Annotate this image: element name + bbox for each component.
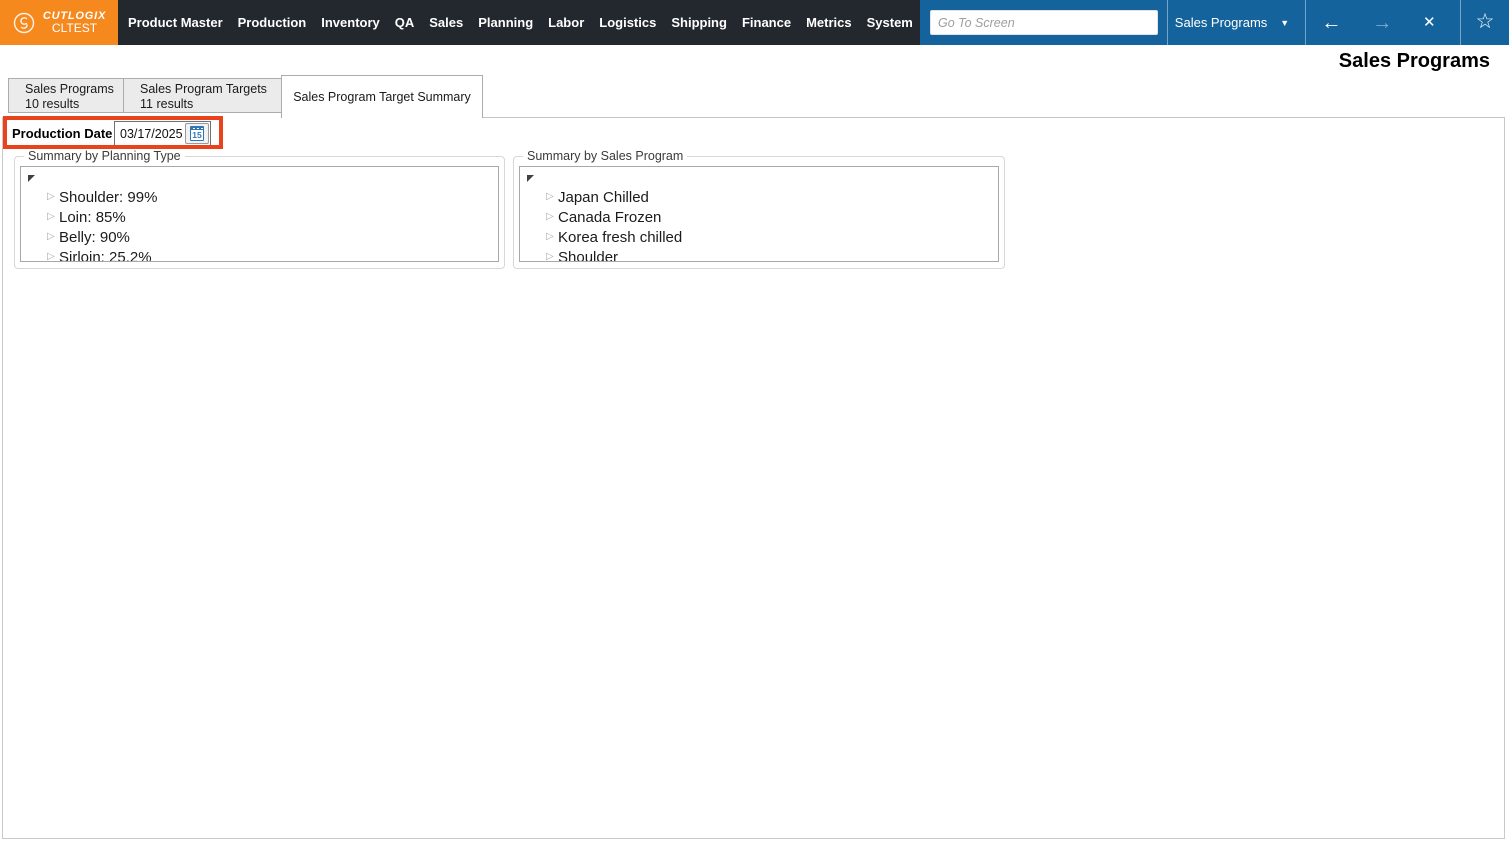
- tab-sales-program-target-summary[interactable]: Sales Program Target Summary: [281, 75, 483, 118]
- close-icon[interactable]: ✕: [1423, 15, 1436, 30]
- production-date-label: Production Date: [12, 126, 113, 141]
- tree-collapsed-icon[interactable]: ▷: [546, 252, 556, 262]
- nav-menu-item[interactable]: Shipping: [671, 15, 727, 30]
- tree-expanded-icon[interactable]: [28, 175, 35, 182]
- tab-result-count: 11 results: [140, 97, 194, 111]
- favorite-star-icon: ☆: [1475, 10, 1495, 33]
- nav-menu-item[interactable]: System: [867, 15, 913, 30]
- tree-item-label: Shoulder: [558, 248, 619, 262]
- tab-result-count: 10 results: [25, 97, 80, 111]
- cutlogix-logo-icon: [13, 12, 35, 33]
- screen-selector-label: Sales Programs: [1174, 15, 1268, 30]
- production-date-value: 03/17/2025: [120, 126, 183, 141]
- tab-label: Sales Programs: [25, 82, 114, 96]
- tab-label: Sales Program Target Summary: [293, 90, 471, 104]
- panel-summary-by-sales-program: Summary by Sales Program ▷ Japan Chilled…: [513, 149, 1005, 269]
- tree-item[interactable]: ▷ Shoulder: 99%: [21, 187, 498, 207]
- tree-root-node[interactable]: [21, 170, 498, 187]
- brand-logo[interactable]: CUTLOGIX CLTEST: [0, 0, 118, 45]
- history-nav-buttons: ← → ✕: [1306, 0, 1451, 45]
- tree-item[interactable]: ▷ Korea fresh chilled: [520, 227, 998, 247]
- tree-collapsed-icon[interactable]: ▷: [546, 212, 556, 222]
- brand-environment: CLTEST: [51, 20, 98, 35]
- tree-item-label: Canada Frozen: [558, 208, 662, 226]
- tree-item-list: ▷ Japan Chilled ▷ Canada Frozen ▷ Korea …: [520, 187, 998, 262]
- nav-menu-item[interactable]: Logistics: [599, 15, 656, 30]
- tree-collapsed-icon[interactable]: ▷: [47, 192, 57, 202]
- tree-item-label: Shoulder: 99%: [59, 188, 158, 206]
- panel-top-border: [483, 117, 1505, 118]
- panel-summary-by-planning-type: Summary by Planning Type ▷ Shoulder: 99%…: [14, 149, 505, 269]
- back-icon[interactable]: ←: [1321, 13, 1341, 33]
- favorite-button[interactable]: ☆: [1461, 11, 1509, 34]
- nav-menu-item[interactable]: Finance: [742, 15, 791, 30]
- panel-title: Summary by Sales Program: [523, 149, 688, 163]
- calendar-icon: 15: [190, 126, 204, 141]
- tree-item-label: Loin: 85%: [59, 208, 126, 226]
- nav-menu-item[interactable]: Sales: [429, 15, 463, 30]
- sales-program-tree[interactable]: ▷ Japan Chilled ▷ Canada Frozen ▷ Korea …: [519, 166, 999, 262]
- tab-label: Sales Program Targets: [140, 82, 267, 96]
- tree-collapsed-icon[interactable]: ▷: [47, 212, 57, 222]
- tree-item-label: Sirloin: 25.2%: [59, 248, 152, 262]
- calendar-picker-button[interactable]: 15: [185, 123, 209, 144]
- tree-item[interactable]: ▷ Sirloin: 25.2%: [21, 247, 498, 262]
- nav-menu-item[interactable]: Inventory: [321, 15, 380, 30]
- panel-title: Summary by Planning Type: [24, 149, 185, 163]
- top-bar-tools: Sales Programs ▼ ← → ✕ ☆: [920, 0, 1509, 45]
- production-date-input[interactable]: 03/17/2025 15: [114, 121, 211, 146]
- nav-menu-item[interactable]: Product Master: [128, 15, 223, 30]
- tree-item-list: ▷ Shoulder: 99% ▷ Loin: 85% ▷ Belly: 90%…: [21, 187, 498, 262]
- tree-collapsed-icon[interactable]: ▷: [546, 232, 556, 242]
- tree-item-label: Japan Chilled: [558, 188, 649, 206]
- tree-collapsed-icon[interactable]: ▷: [47, 232, 57, 242]
- page-title: Sales Programs: [1338, 50, 1490, 72]
- forward-icon[interactable]: →: [1372, 13, 1392, 33]
- tree-collapsed-icon[interactable]: ▷: [47, 252, 57, 262]
- tab-sales-programs[interactable]: Sales Programs 10 results: [8, 78, 124, 113]
- tree-collapsed-icon[interactable]: ▷: [546, 192, 556, 202]
- tree-item[interactable]: ▷ Belly: 90%: [21, 227, 498, 247]
- screen-selector-dropdown[interactable]: Sales Programs ▼: [1168, 0, 1296, 45]
- top-bar: CUTLOGIX CLTEST Product Master Productio…: [0, 0, 1509, 45]
- nav-menu-item[interactable]: Metrics: [806, 15, 852, 30]
- tree-root-node[interactable]: [520, 170, 998, 187]
- tree-item[interactable]: ▷ Japan Chilled: [520, 187, 998, 207]
- tree-item-label: Belly: 90%: [59, 228, 130, 246]
- nav-menu-item[interactable]: Labor: [548, 15, 584, 30]
- nav-menu-item[interactable]: Production: [238, 15, 307, 30]
- tree-item[interactable]: ▷ Shoulder: [520, 247, 998, 262]
- tab-sales-program-targets[interactable]: Sales Program Targets 11 results: [123, 78, 282, 113]
- nav-menu-item[interactable]: QA: [395, 15, 415, 30]
- tree-item[interactable]: ▷ Loin: 85%: [21, 207, 498, 227]
- go-to-screen-input[interactable]: [930, 10, 1158, 35]
- nav-menu-item[interactable]: Planning: [478, 15, 533, 30]
- tree-expanded-icon[interactable]: [527, 175, 534, 182]
- brand-text: CUTLOGIX CLTEST: [43, 10, 106, 35]
- main-nav-menu: Product Master Production Inventory QA S…: [118, 0, 920, 45]
- chevron-down-icon: ▼: [1280, 18, 1290, 28]
- planning-type-tree[interactable]: ▷ Shoulder: 99% ▷ Loin: 85% ▷ Belly: 90%…: [20, 166, 499, 262]
- tree-item[interactable]: ▷ Canada Frozen: [520, 207, 998, 227]
- tree-item-label: Korea fresh chilled: [558, 228, 683, 246]
